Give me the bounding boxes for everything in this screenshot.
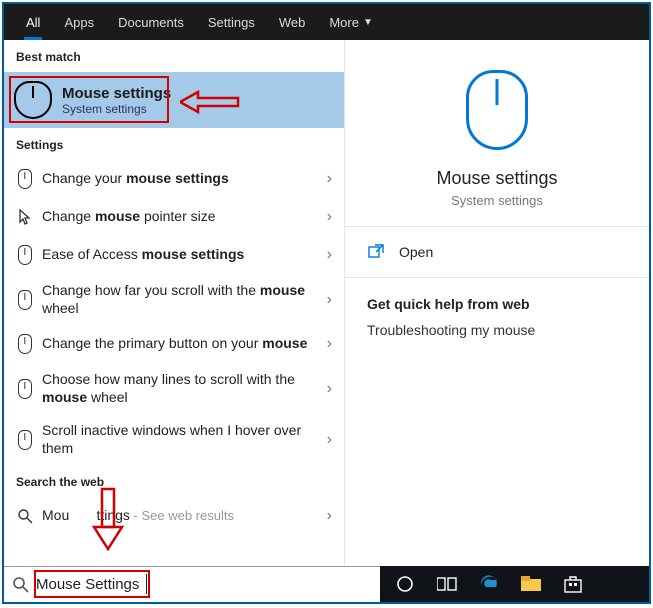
settings-item-scroll-distance[interactable]: Change how far you scroll with the mouse… xyxy=(4,274,344,325)
mouse-icon xyxy=(14,169,36,189)
mouse-icon xyxy=(466,70,528,150)
mouse-icon xyxy=(14,81,52,119)
chevron-right-icon: › xyxy=(321,335,332,353)
store-icon[interactable] xyxy=(556,566,590,602)
best-match-result[interactable]: Mouse settings System settings xyxy=(4,72,344,128)
item-label: Scroll inactive windows when I hover ove… xyxy=(36,422,321,457)
tab-web[interactable]: Web xyxy=(267,4,318,40)
filter-tabs: All Apps Documents Settings Web More ▼ xyxy=(4,4,649,40)
item-label: Ease of Access mouse settings xyxy=(36,246,321,264)
open-icon xyxy=(367,243,385,261)
item-label: Change your mouse settings xyxy=(36,170,321,188)
tab-apps[interactable]: Apps xyxy=(52,4,106,40)
task-view-icon[interactable] xyxy=(430,566,464,602)
cortana-icon[interactable] xyxy=(388,566,422,602)
mouse-icon xyxy=(14,379,36,399)
mouse-icon xyxy=(14,245,36,265)
tab-all[interactable]: All xyxy=(14,4,52,40)
settings-item-pointer-size[interactable]: Change mouse pointer size › xyxy=(4,198,344,236)
preview-hero: Mouse settings System settings xyxy=(345,40,649,227)
settings-item-scroll-lines[interactable]: Choose how many lines to scroll with the… xyxy=(4,363,344,414)
help-header: Get quick help from web xyxy=(367,296,627,312)
section-settings: Settings xyxy=(4,128,344,160)
section-search-web: Search the web xyxy=(4,465,344,497)
item-label: Change how far you scroll with the mouse… xyxy=(36,282,321,317)
settings-item-ease-of-access[interactable]: Ease of Access mouse settings › xyxy=(4,236,344,274)
edge-icon[interactable] xyxy=(472,566,506,602)
search-icon xyxy=(12,576,30,594)
taskbar xyxy=(380,566,649,602)
open-action[interactable]: Open xyxy=(345,227,649,278)
settings-item-inactive-scroll[interactable]: Scroll inactive windows when I hover ove… xyxy=(4,414,344,465)
section-best-match: Best match xyxy=(4,40,344,72)
chevron-right-icon: › xyxy=(321,431,332,449)
search-bar[interactable] xyxy=(4,566,380,602)
chevron-down-icon: ▼ xyxy=(363,17,373,28)
item-label: Change the primary button on your mouse xyxy=(36,335,321,353)
pointer-icon xyxy=(14,208,36,226)
mouse-icon xyxy=(14,334,36,354)
preview-subtitle: System settings xyxy=(357,193,637,208)
best-match-title: Mouse settings xyxy=(62,85,171,102)
settings-item-change-mouse-settings[interactable]: Change your mouse settings › xyxy=(4,160,344,198)
chevron-right-icon: › xyxy=(321,246,332,264)
chevron-right-icon: › xyxy=(321,291,332,309)
text-caret xyxy=(146,574,147,594)
annotation-arrow-left xyxy=(180,90,240,119)
open-label: Open xyxy=(399,244,433,260)
tab-documents[interactable]: Documents xyxy=(106,4,196,40)
web-search-item[interactable]: Mou ttings - See web results › xyxy=(4,497,344,535)
tab-more[interactable]: More ▼ xyxy=(317,4,385,40)
chevron-right-icon: › xyxy=(321,380,332,398)
chevron-right-icon: › xyxy=(321,170,332,188)
search-input[interactable] xyxy=(36,576,372,593)
item-label: Choose how many lines to scroll with the… xyxy=(36,371,321,406)
annotation-arrow-down xyxy=(88,487,128,556)
item-label: Mou ttings - See web results xyxy=(36,507,321,525)
search-icon xyxy=(14,508,36,524)
tab-more-label: More xyxy=(329,15,359,30)
settings-item-primary-button[interactable]: Change the primary button on your mouse … xyxy=(4,325,344,363)
tab-settings[interactable]: Settings xyxy=(196,4,267,40)
chevron-right-icon: › xyxy=(321,507,332,525)
item-label: Change mouse pointer size xyxy=(36,208,321,226)
mouse-icon xyxy=(14,290,36,310)
help-link-troubleshooting[interactable]: Troubleshooting my mouse xyxy=(367,322,627,338)
file-explorer-icon[interactable] xyxy=(514,566,548,602)
chevron-right-icon: › xyxy=(321,208,332,226)
preview-title: Mouse settings xyxy=(357,168,637,189)
best-match-subtitle: System settings xyxy=(62,102,171,116)
mouse-icon xyxy=(14,430,36,450)
